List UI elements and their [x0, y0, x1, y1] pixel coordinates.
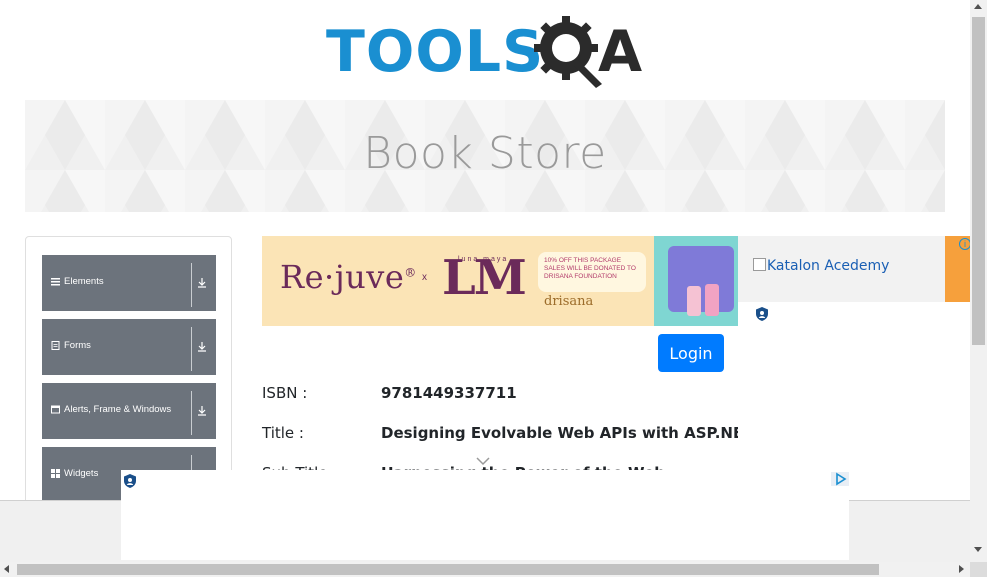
logo-text-a: A: [598, 19, 643, 85]
logo-text-tools: TOOLS: [326, 19, 545, 85]
sidebar-group-label: Alerts, Frame & Windows: [64, 404, 172, 415]
window-icon: [51, 405, 60, 414]
horizontal-scrollbar[interactable]: [0, 562, 970, 577]
scroll-right-arrow-icon[interactable]: [959, 565, 964, 573]
right-advertisement[interactable]: Katalon Acedemy i: [738, 236, 971, 502]
gear-magnifier-icon: [534, 16, 602, 88]
divider: [191, 327, 192, 371]
ad-product-bag: [668, 246, 734, 312]
ad-foundation: drisana: [544, 294, 594, 309]
broken-image-icon: [753, 258, 766, 271]
ad-note: 10% OFF THIS PACKAGE SALES WILL BE DONAT…: [538, 252, 646, 292]
download-arrow-icon[interactable]: [195, 403, 209, 417]
sidebar-group-alerts[interactable]: Alerts, Frame & Windows: [42, 383, 216, 439]
download-arrow-icon[interactable]: [195, 275, 209, 289]
page: TOOLS A Book Store Elements Forms Alerts…: [0, 0, 987, 577]
page-banner: Book Store: [25, 100, 945, 212]
sidebar-group-label: Forms: [64, 340, 91, 351]
vertical-scrollbar[interactable]: [970, 0, 987, 562]
page-title: Book Store: [363, 128, 607, 179]
chevron-down-icon[interactable]: [476, 456, 490, 466]
scroll-left-arrow-icon[interactable]: [4, 565, 9, 573]
hamburger-icon: [51, 278, 60, 286]
scrollbar-thumb[interactable]: [17, 564, 879, 575]
document-icon: [51, 341, 60, 350]
download-arrow-icon[interactable]: [195, 339, 209, 353]
ad-product-bottle: [705, 284, 719, 316]
isbn-label: ISBN :: [262, 384, 308, 402]
grid-icon: [51, 469, 60, 478]
scroll-up-arrow-icon[interactable]: [974, 4, 982, 9]
shield-icon: [124, 474, 136, 488]
sidebar-group-elements[interactable]: Elements: [42, 255, 216, 311]
ad-partner-sub: luna maya: [458, 256, 509, 263]
ad-product-bottle: [687, 286, 701, 316]
ad-brand: Re·juve®: [280, 258, 417, 296]
toolsqa-logo[interactable]: TOOLS A: [326, 16, 650, 92]
divider: [191, 263, 192, 307]
scrollbar-corner: [970, 562, 987, 577]
title-label: Title :: [262, 424, 304, 442]
broken-image-link[interactable]: Katalon Acedemy: [753, 258, 889, 274]
scrollbar-thumb[interactable]: [972, 17, 985, 345]
advertisement-banner[interactable]: Re·juve® x LM luna maya 10% OFF THIS PAC…: [262, 236, 738, 326]
sidebar-group-label: Elements: [64, 276, 104, 287]
bottom-advertisement[interactable]: [121, 470, 849, 560]
ad-x: x: [422, 272, 427, 283]
isbn-value: 9781449337711: [381, 384, 517, 402]
adchoices-icon[interactable]: [831, 472, 849, 486]
divider: [191, 391, 192, 435]
shield-icon: [756, 307, 768, 321]
title-value: Designing Evolvable Web APIs with ASP.NE…: [381, 424, 754, 442]
sidebar-group-label: Widgets: [64, 468, 99, 479]
sidebar-group-forms[interactable]: Forms: [42, 319, 216, 375]
scroll-down-arrow-icon[interactable]: [974, 547, 982, 552]
login-button[interactable]: Login: [658, 334, 724, 372]
